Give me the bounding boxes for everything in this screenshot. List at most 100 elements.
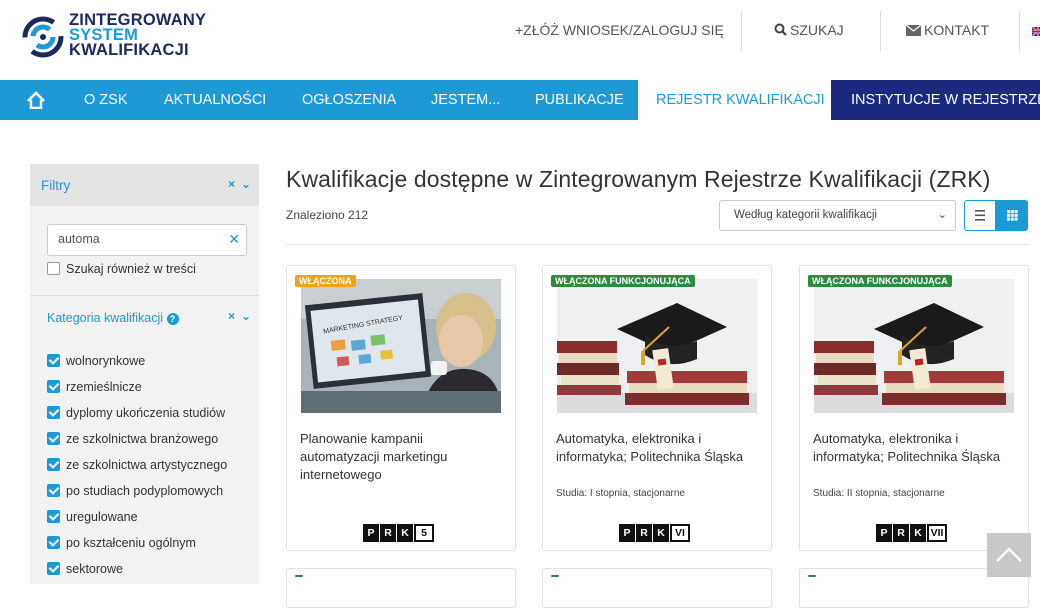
apply-login-link[interactable]: +ZŁÓŻ WNIOSEK/ZALOGUJ SIĘ [515, 22, 724, 38]
help-icon[interactable]: ? [166, 313, 179, 325]
status-badge: WŁĄCZONA FUNKCJONUJĄCA [808, 275, 952, 287]
prk-level-badge: P R K VII [876, 524, 948, 542]
nav-item-jestem[interactable]: JESTEM... [431, 80, 500, 120]
category-checkbox[interactable]: wolnorynkowe [47, 354, 145, 368]
clear-category-icon[interactable]: × [228, 309, 235, 323]
nav-item-o-zsk[interactable]: O ZSK [84, 80, 128, 120]
category-checkbox[interactable]: dyplomy ukończenia studiów [47, 406, 225, 420]
search-in-content-label: Szukaj również w treści [66, 262, 196, 276]
separator [741, 11, 742, 51]
divider [286, 244, 1029, 245]
prk-letter: P [876, 524, 892, 542]
sort-value: Według kategorii kwalifikacji [734, 209, 877, 221]
qualification-card[interactable]: WŁĄCZONA FUNKCJONUJĄCA Automatyka, elekt… [799, 265, 1029, 551]
category-label: rzemieślnicze [66, 380, 142, 394]
page-title: Kwalifikacje dostępne w Zintegrowanym Re… [286, 166, 991, 192]
category-checkbox[interactable]: po kształceniu ogólnym [47, 536, 196, 550]
category-label: dyplomy ukończenia studiów [66, 406, 226, 420]
category-label: po studiach podyplomowych [66, 484, 224, 498]
site-logo[interactable]: ZINTEGROWANY SYSTEM KWALIFIKACJI [21, 12, 211, 63]
category-checkbox[interactable]: ze szkolnictwa branżowego [47, 432, 218, 446]
prk-level: VI [670, 524, 690, 542]
category-checkbox[interactable]: po studiach podyplomowych [47, 484, 223, 498]
category-title-label: Kategoria kwalifikacji [47, 311, 164, 325]
clear-filters-icon[interactable]: × [228, 177, 235, 191]
filter-search-input[interactable] [58, 232, 218, 246]
list-view-icon [975, 210, 985, 221]
prk-letter: R [380, 524, 396, 542]
card-title[interactable]: Automatyka, elektronika i informatyka; P… [556, 430, 761, 466]
checkbox-checked-icon[interactable] [47, 380, 60, 393]
card-title[interactable]: Planowanie kampanii automatyzacji market… [300, 430, 505, 484]
prk-level: VII [927, 524, 947, 542]
logo-line-3: KWALIFIKACJI [69, 41, 189, 59]
qualification-card[interactable] [542, 568, 772, 608]
top-bar: ZINTEGROWANY SYSTEM KWALIFIKACJI +ZŁÓŻ W… [0, 0, 1040, 80]
prk-letter: R [893, 524, 909, 542]
search-link[interactable]: SZUKAJ [774, 22, 844, 38]
category-checkbox[interactable]: uregulowane [47, 510, 138, 524]
scroll-to-top-button[interactable] [987, 533, 1031, 577]
list-view-button[interactable] [964, 200, 996, 231]
checkbox-checked-icon[interactable] [47, 562, 60, 575]
card-title[interactable]: Automatyka, elektronika i informatyka; P… [813, 430, 1018, 466]
nav-item-rejestr-kwalifikacji[interactable]: REJESTR KWALIFIKACJI [638, 80, 831, 120]
category-checkbox[interactable]: sektorowe [47, 562, 123, 576]
checkbox-checked-icon[interactable] [47, 458, 60, 471]
search-icon [774, 23, 787, 36]
contact-link[interactable]: KONTAKT [905, 22, 990, 38]
chevron-down-icon[interactable]: ⌄ [241, 177, 251, 191]
grid-view-button[interactable] [996, 200, 1028, 231]
prk-letter: R [636, 524, 652, 542]
prk-letter: K [910, 524, 926, 542]
filters-title: Filtry [41, 178, 71, 193]
search-label: SZUKAJ [790, 22, 844, 38]
qualification-card[interactable]: WŁĄCZONA FUNKCJONUJĄCA Automatyka, elekt… [542, 265, 772, 551]
separator [880, 11, 881, 51]
checkbox-checked-icon[interactable] [47, 432, 60, 445]
checkbox-checked-icon[interactable] [47, 354, 60, 367]
checkbox-checked-icon[interactable] [47, 536, 60, 549]
nav-item-aktualnosci[interactable]: AKTUALNOŚCI [164, 80, 266, 120]
status-badge [551, 575, 559, 577]
checkbox-icon[interactable] [47, 262, 60, 275]
category-filter-title[interactable]: Kategoria kwalifikacji ? [47, 311, 179, 325]
logo-text: ZINTEGROWANY SYSTEM KWALIFIKACJI [69, 12, 206, 59]
category-label: ze szkolnictwa artystycznego [66, 458, 228, 472]
search-in-content-checkbox[interactable]: Szukaj również w treści [47, 262, 196, 276]
category-checkbox[interactable]: ze szkolnictwa artystycznego [47, 458, 227, 472]
nav-home[interactable] [26, 80, 48, 120]
prk-letter: P [619, 524, 635, 542]
chevron-down-icon: ⌄ [937, 209, 947, 221]
nav-item-publikacje[interactable]: PUBLIKACJE [535, 80, 624, 120]
chevron-down-icon[interactable]: ⌄ [241, 309, 251, 323]
qualification-card[interactable]: WŁĄCZONA MARKETING STRATEGY Planowanie k… [286, 265, 516, 551]
status-badge: WŁĄCZONA FUNKCJONUJĄCA [551, 275, 695, 287]
filters-header[interactable]: Filtry × ⌄ [30, 164, 259, 206]
prk-letter: K [653, 524, 669, 542]
envelope-icon [905, 24, 922, 36]
checkbox-checked-icon[interactable] [47, 406, 60, 419]
category-checkbox[interactable]: rzemieślnicze [47, 380, 142, 394]
main-nav: O ZSK AKTUALNOŚCI OGŁOSZENIA JESTEM... P… [0, 80, 1040, 120]
divider [30, 295, 259, 296]
card-image-marketing[interactable]: MARKETING STRATEGY [301, 279, 501, 413]
nav-item-instytucje[interactable]: INSTYTUCJE W REJESTRZE [831, 80, 1040, 120]
checkbox-checked-icon[interactable] [47, 510, 60, 523]
nav-item-ogloszenia[interactable]: OGŁOSZENIA [302, 80, 396, 120]
prk-letter: K [397, 524, 413, 542]
grid-view-icon [1007, 210, 1018, 221]
card-image-graduation[interactable] [557, 279, 757, 413]
checkbox-checked-icon[interactable] [47, 484, 60, 497]
clear-search-icon[interactable]: ✕ [228, 231, 240, 248]
status-badge [808, 575, 816, 577]
contact-label: KONTAKT [924, 22, 990, 38]
filters-sidebar: Filtry × ⌄ ✕ Szukaj również w treści Kat… [30, 164, 259, 584]
card-image-graduation[interactable] [814, 279, 1014, 413]
uk-flag-icon[interactable] [1032, 27, 1040, 36]
separator [1019, 11, 1020, 51]
status-badge: WŁĄCZONA [295, 275, 356, 287]
filter-search-field[interactable]: ✕ [47, 224, 247, 256]
sort-select[interactable]: Według kategorii kwalifikacji ⌄ [719, 200, 956, 231]
qualification-card[interactable] [286, 568, 516, 608]
